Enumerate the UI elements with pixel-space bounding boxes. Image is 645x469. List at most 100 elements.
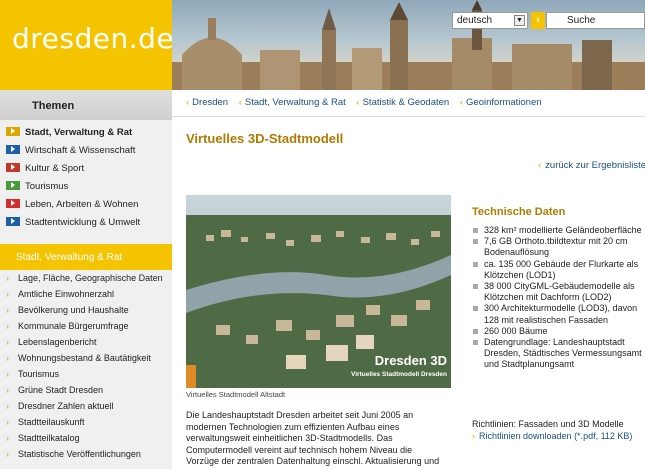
intro-line: Vorzüge der zentralen Datenhaltung einsc… xyxy=(186,456,440,466)
arrow-icon: › xyxy=(6,273,9,283)
arrow-left-icon: ‹ xyxy=(238,97,242,108)
tech-item: 300 Architekturmodelle (LOD3), davon 128… xyxy=(472,303,645,325)
theme-item-kultur[interactable]: Kultur & Sport xyxy=(0,160,172,178)
sub-item-label: Statistische Veröffentlichungen xyxy=(18,449,141,459)
guidelines-label: Richtlinien: Fassaden und 3D Modelle xyxy=(472,419,624,429)
intro-text: Die Landeshauptstadt Dresden arbeitet se… xyxy=(186,410,456,468)
sub-item-gruen[interactable]: › Grüne Stadt Dresden xyxy=(0,385,172,396)
image-caption: Virtuelles Stadtmodell Altstadt xyxy=(186,390,286,399)
arrow-tag-icon xyxy=(6,181,20,190)
sub-item-label: Stadtteilauskunft xyxy=(18,417,85,427)
arrow-tag-icon xyxy=(6,127,20,136)
arrow-icon: › xyxy=(6,321,9,331)
tech-item: ca. 135 000 Gebäude der Flurkarte als Kl… xyxy=(472,259,645,281)
breadcrumb-label: Stadt, Verwaltung & Rat xyxy=(244,97,346,108)
sub-item-veroeffentlichungen[interactable]: › Statistische Veröffentlichungen xyxy=(0,449,172,460)
theme-item-wirtschaft[interactable]: Wirtschaft & Wissenschaft xyxy=(0,142,172,160)
intro-line: Computermodell vereint auf technisch hoh… xyxy=(186,444,413,455)
arrow-icon: › xyxy=(6,369,9,379)
image-title: Dresden 3D xyxy=(374,353,447,368)
arrow-icon: › xyxy=(6,401,9,411)
arrow-icon: › xyxy=(6,417,9,427)
language-value: deutsch xyxy=(457,15,493,26)
tech-data-list: 328 km² modellierte Geländeoberfläche 7,… xyxy=(472,225,645,371)
arrow-icon: › xyxy=(6,353,9,363)
search-placeholder: Suche xyxy=(567,15,596,26)
city-model-image[interactable]: Dresden 3D Virtuelles Stadtmodell Dresde… xyxy=(186,195,451,388)
arrow-icon: › xyxy=(6,305,9,315)
theme-label: Stadtentwicklung & Umwelt xyxy=(25,217,141,228)
theme-list: Stadt, Verwaltung & Rat Wirtschaft & Wis… xyxy=(0,120,172,232)
arrow-left-icon: ‹ xyxy=(459,97,464,108)
sub-item-label: Lebenslagenbericht xyxy=(18,337,97,347)
arrow-left-icon: ‹ xyxy=(186,97,190,108)
page-title: Virtuelles 3D-Stadtmodell xyxy=(186,131,344,146)
breadcrumb-item[interactable]: ‹ Stadt, Verwaltung & Rat xyxy=(239,97,346,108)
guidelines-link-label: Richtlinien downloaden (*.pdf, 112 KB) xyxy=(479,431,633,441)
sub-item-label: Dresdner Zahlen aktuell xyxy=(18,401,114,411)
sub-item-label: Stadtteilkatalog xyxy=(18,433,80,443)
breadcrumb-label: Statistik & Geodaten xyxy=(362,97,450,108)
search-arrow-icon[interactable]: › xyxy=(531,12,545,29)
sub-item-label: Lage, Fläche, Geographische Daten xyxy=(18,273,163,283)
sub-item-wohnung[interactable]: › Wohnungsbestand & Bautätigkeit xyxy=(0,353,172,364)
theme-item-stadtentwicklung[interactable]: Stadtentwicklung & Umwelt xyxy=(0,214,172,232)
arrow-icon: › xyxy=(472,431,475,441)
sub-item-bevoelkerung[interactable]: › Bevölkerung und Haushalte xyxy=(0,305,172,316)
sub-item-stadtteilauskunft[interactable]: › Stadtteilauskunft xyxy=(0,417,172,428)
breadcrumb-item[interactable]: ‹ Geoinformationen xyxy=(460,97,542,108)
tech-data-heading: Technische Daten xyxy=(472,206,566,218)
breadcrumb-item[interactable]: ‹ Statistik & Geodaten xyxy=(356,97,449,108)
language-select[interactable]: deutsch ▼ xyxy=(452,12,528,29)
intro-line: verwaltungsweit einheitlichen 3D-Stadtmo… xyxy=(186,433,393,443)
theme-item-leben[interactable]: Leben, Arbeiten & Wohnen xyxy=(0,196,172,214)
chevron-down-icon[interactable]: ▼ xyxy=(514,15,525,26)
arrow-icon: › xyxy=(6,337,9,347)
theme-label: Stadt, Verwaltung & Rat xyxy=(25,127,133,138)
guidelines-download-link[interactable]: › Richtlinien downloaden (*.pdf, 112 KB) xyxy=(472,431,632,441)
arrow-icon: › xyxy=(6,433,9,443)
intro-line: Die Landeshauptstadt Dresden arbeitet se… xyxy=(186,410,414,420)
sub-item-lage[interactable]: › Lage, Fläche, Geographische Daten xyxy=(0,273,172,284)
section-heading: Stadt, Verwaltung & Rat xyxy=(0,244,172,270)
tech-item: 328 km² modellierte Geländeoberfläche xyxy=(472,225,645,236)
theme-label: Kultur & Sport xyxy=(25,163,85,174)
arrow-left-icon: ‹ xyxy=(538,160,542,171)
sub-item-tourismus[interactable]: › Tourismus xyxy=(0,369,172,380)
sub-item-label: Bevölkerung und Haushalte xyxy=(18,305,129,315)
tech-item: Datengrundlage: Landeshauptstadt Dresden… xyxy=(472,337,645,371)
sub-nav-list: › Lage, Fläche, Geographische Daten › Amtl… xyxy=(0,270,172,460)
sub-item-umfrage[interactable]: › Kommunale Bürgerumfrage xyxy=(0,321,172,332)
arrow-left-icon: ‹ xyxy=(356,97,360,108)
sub-item-einwohner[interactable]: › Amtliche Einwohnerzahl xyxy=(0,289,172,300)
logo-area[interactable]: dresden.de xyxy=(0,0,174,90)
tech-item: 38 000 CityGML-Gebäudemodelle als Klötzc… xyxy=(472,281,645,303)
theme-label: Tourismus xyxy=(25,181,69,192)
arrow-tag-icon xyxy=(6,145,20,154)
sub-item-label: Amtliche Einwohnerzahl xyxy=(18,289,115,299)
tech-item: 7,6 GB Orthoto.tbildtextur mit 20 cm Bod… xyxy=(472,236,645,258)
sub-item-lebenslagen[interactable]: › Lebenslagenbericht xyxy=(0,337,172,348)
theme-item-tourismus[interactable]: Tourismus xyxy=(0,178,172,196)
breadcrumb-item[interactable]: ‹ Dresden xyxy=(186,97,228,108)
back-link-label: zurück zur Ergebnisliste xyxy=(545,160,645,171)
sub-item-stadtteilkatalog[interactable]: › Stadtteilkatalog xyxy=(0,433,172,444)
search-input[interactable]: Suche xyxy=(546,12,645,29)
sub-item-label: Grüne Stadt Dresden xyxy=(18,385,104,395)
sidebar: Themen Stadt, Verwaltung & Rat Wirtschaf… xyxy=(0,90,172,469)
theme-label: Leben, Arbeiten & Wohnen xyxy=(25,199,139,210)
sub-item-label: Wohnungsbestand & Bautätigkeit xyxy=(18,353,151,363)
divider xyxy=(172,116,645,117)
intro-line: modernen Technologien zum effizienten Au… xyxy=(186,421,400,432)
site-logo[interactable]: dresden.de xyxy=(12,22,174,55)
arrow-icon: › xyxy=(6,385,9,395)
arrow-icon: › xyxy=(6,289,9,299)
sub-item-label: Kommunale Bürgerumfrage xyxy=(18,321,129,331)
theme-label: Wirtschaft & Wissenschaft xyxy=(25,145,136,156)
sub-item-zahlen[interactable]: › Dresdner Zahlen aktuell xyxy=(0,401,172,412)
sidebar-heading: Themen xyxy=(0,90,172,120)
theme-item-stadt[interactable]: Stadt, Verwaltung & Rat xyxy=(0,124,172,142)
tech-item: 260 000 Bäume xyxy=(472,326,645,337)
sub-item-label: Tourismus xyxy=(18,369,60,379)
back-to-results-link[interactable]: ‹ zurück zur Ergebnisliste xyxy=(538,160,645,171)
